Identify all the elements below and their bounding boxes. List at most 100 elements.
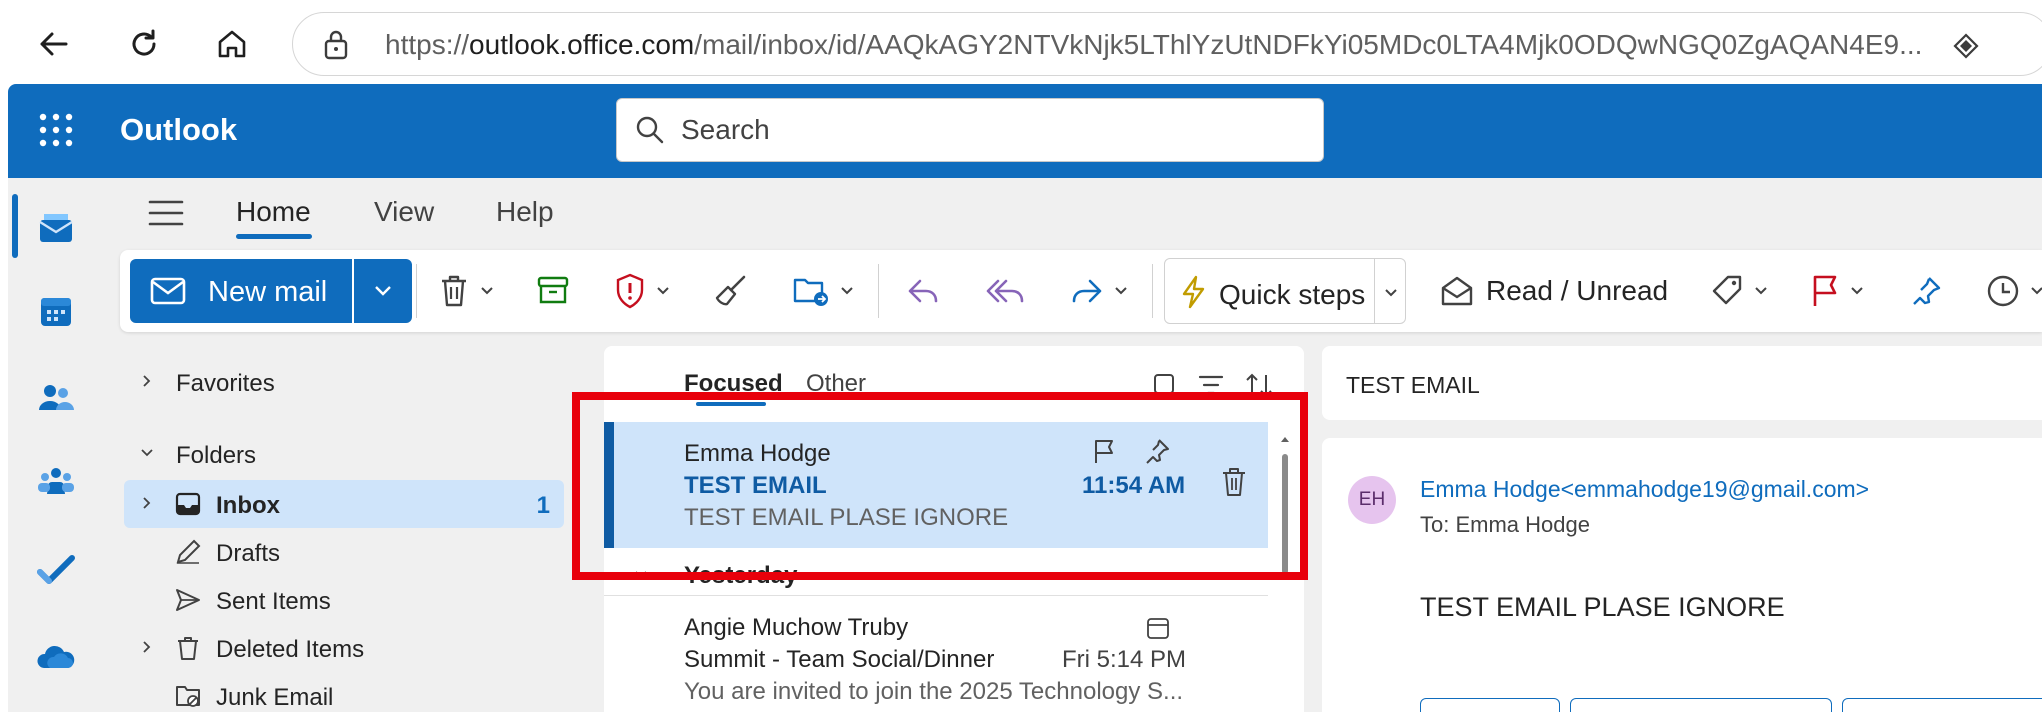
to-name[interactable]: Emma Hodge — [1455, 512, 1590, 537]
chevron-down-icon[interactable] — [2030, 284, 2042, 298]
forward-icon — [1072, 279, 1102, 303]
quick-reply-button[interactable] — [1842, 698, 2042, 712]
rail-active-indicator — [12, 194, 18, 258]
flag-icon — [1813, 275, 1837, 306]
app-name[interactable]: Outlook — [120, 112, 237, 148]
search-box[interactable] — [616, 98, 1324, 162]
reply-all-icon — [986, 279, 1024, 303]
app-launcher-icon[interactable] — [38, 112, 74, 148]
ribbon-toolbar: New mail Quick steps Read / Unread — [120, 250, 2042, 332]
app-header: Outlook — [8, 84, 2042, 178]
calendar-icon[interactable] — [32, 288, 80, 336]
folder-folders[interactable]: Folders — [124, 430, 564, 478]
message-item[interactable]: Angie Muchow Truby Summit - Team Social/… — [604, 604, 1268, 712]
inbox-icon — [175, 492, 201, 516]
message-sender: Angie Muchow Truby — [684, 614, 909, 641]
trash-icon — [442, 275, 466, 307]
avatar[interactable]: EH — [1348, 476, 1396, 524]
send-icon — [176, 589, 200, 611]
lock-icon[interactable] — [323, 30, 349, 65]
reply-icon — [908, 279, 938, 303]
junk-folder-icon — [176, 686, 200, 707]
reply-button[interactable] — [906, 270, 942, 312]
chevron-right-icon[interactable] — [140, 496, 154, 510]
folder-favorites[interactable]: Favorites — [124, 358, 564, 406]
flag-button[interactable] — [1810, 270, 1864, 312]
chevron-right-icon[interactable] — [140, 374, 154, 388]
new-mail-dropdown[interactable] — [354, 259, 412, 323]
sweep-button[interactable] — [714, 270, 748, 312]
folder-inbox[interactable]: Inbox 1 — [124, 480, 564, 528]
chevron-down-icon[interactable] — [480, 284, 494, 298]
chevron-down-icon[interactable] — [1850, 284, 1864, 298]
new-mail-button[interactable]: New mail — [130, 259, 352, 323]
teams-icon[interactable] — [32, 460, 80, 508]
folder-deleted-items[interactable]: Deleted Items — [124, 624, 564, 672]
browser-toolbar: https://outlook.office.com/mail/inbox/id… — [0, 0, 2042, 84]
report-button[interactable] — [614, 270, 670, 312]
read-unread-label: Read / Unread — [1486, 275, 1669, 306]
pin-icon — [1913, 277, 1941, 305]
home-icon[interactable] — [210, 22, 254, 66]
drafts-label: Drafts — [216, 540, 281, 567]
search-icon — [635, 115, 665, 150]
trash-icon — [178, 637, 198, 660]
message-time: Fri 5:14 PM — [1062, 646, 1187, 673]
chevron-down-icon[interactable] — [1114, 284, 1128, 298]
sender-address[interactable]: Emma Hodge<emmahodge19@gmail.com> — [1420, 476, 1869, 503]
ribbon-separator — [416, 264, 417, 318]
calendar-invite-icon — [1146, 616, 1170, 645]
onedrive-icon[interactable] — [32, 632, 80, 680]
inbox-unread-count: 1 — [536, 492, 550, 519]
tab-view[interactable]: View — [374, 196, 434, 228]
quick-steps-dropdown[interactable] — [1374, 258, 1406, 324]
tab-home[interactable]: Home — [236, 196, 311, 228]
chevron-down-icon[interactable] — [140, 446, 154, 460]
chevron-down-icon[interactable] — [656, 284, 670, 298]
todo-icon[interactable] — [32, 546, 80, 594]
quick-reply-button[interactable] — [1420, 698, 1560, 712]
folder-junk-email[interactable]: Junk Email — [124, 672, 564, 712]
delete-button[interactable] — [438, 270, 494, 312]
archive-button[interactable] — [536, 270, 570, 312]
reading-subject: TEST EMAIL — [1346, 372, 1480, 398]
folder-sent-items[interactable]: Sent Items — [124, 576, 564, 624]
folder-drafts[interactable]: Drafts — [124, 528, 564, 576]
reply-all-button[interactable] — [986, 270, 1026, 312]
read-unread-button[interactable]: Read / Unread — [1440, 270, 1668, 312]
envelope-icon — [150, 276, 186, 311]
tab-help[interactable]: Help — [496, 196, 554, 228]
back-icon[interactable] — [32, 22, 76, 66]
tag-icon — [1712, 275, 1742, 305]
chevron-down-icon[interactable] — [1754, 284, 1768, 298]
move-to-button[interactable] — [792, 270, 854, 312]
mail-icon[interactable] — [32, 202, 80, 250]
refresh-icon[interactable] — [122, 22, 166, 66]
chevron-down-icon[interactable] — [840, 284, 854, 298]
favorites-label: Favorites — [176, 370, 275, 397]
folders-label: Folders — [176, 442, 257, 469]
forward-button[interactable] — [1068, 270, 1128, 312]
snooze-button[interactable] — [1986, 270, 2042, 312]
app-rail — [8, 178, 104, 712]
reading-pane: EH Emma Hodge<emmahodge19@gmail.com> To:… — [1322, 438, 2042, 712]
people-icon[interactable] — [32, 374, 80, 422]
reading-pane-header: TEST EMAIL — [1322, 346, 2042, 420]
extension-icon[interactable] — [1953, 33, 1979, 64]
clock-icon — [1987, 275, 2019, 307]
message-preview: You are invited to join the 2025 Technol… — [684, 678, 1184, 705]
shield-icon — [616, 273, 644, 309]
search-input[interactable] — [681, 111, 1301, 149]
junk-email-label: Junk Email — [216, 684, 334, 711]
pin-button[interactable] — [1910, 270, 1942, 312]
address-bar[interactable]: https://outlook.office.com/mail/inbox/id… — [292, 12, 2042, 76]
to-label: To: — [1420, 512, 1450, 537]
deleted-items-label: Deleted Items — [216, 636, 365, 663]
url-text: https://outlook.office.com/mail/inbox/id… — [385, 29, 1923, 60]
tag-button[interactable] — [1710, 270, 1768, 312]
lightning-icon — [1179, 275, 1207, 314]
chevron-right-icon[interactable] — [140, 640, 154, 654]
quick-steps-button[interactable]: Quick steps — [1164, 258, 1406, 324]
quick-reply-button[interactable] — [1570, 698, 1832, 712]
hamburger-menu-icon[interactable] — [148, 198, 184, 228]
